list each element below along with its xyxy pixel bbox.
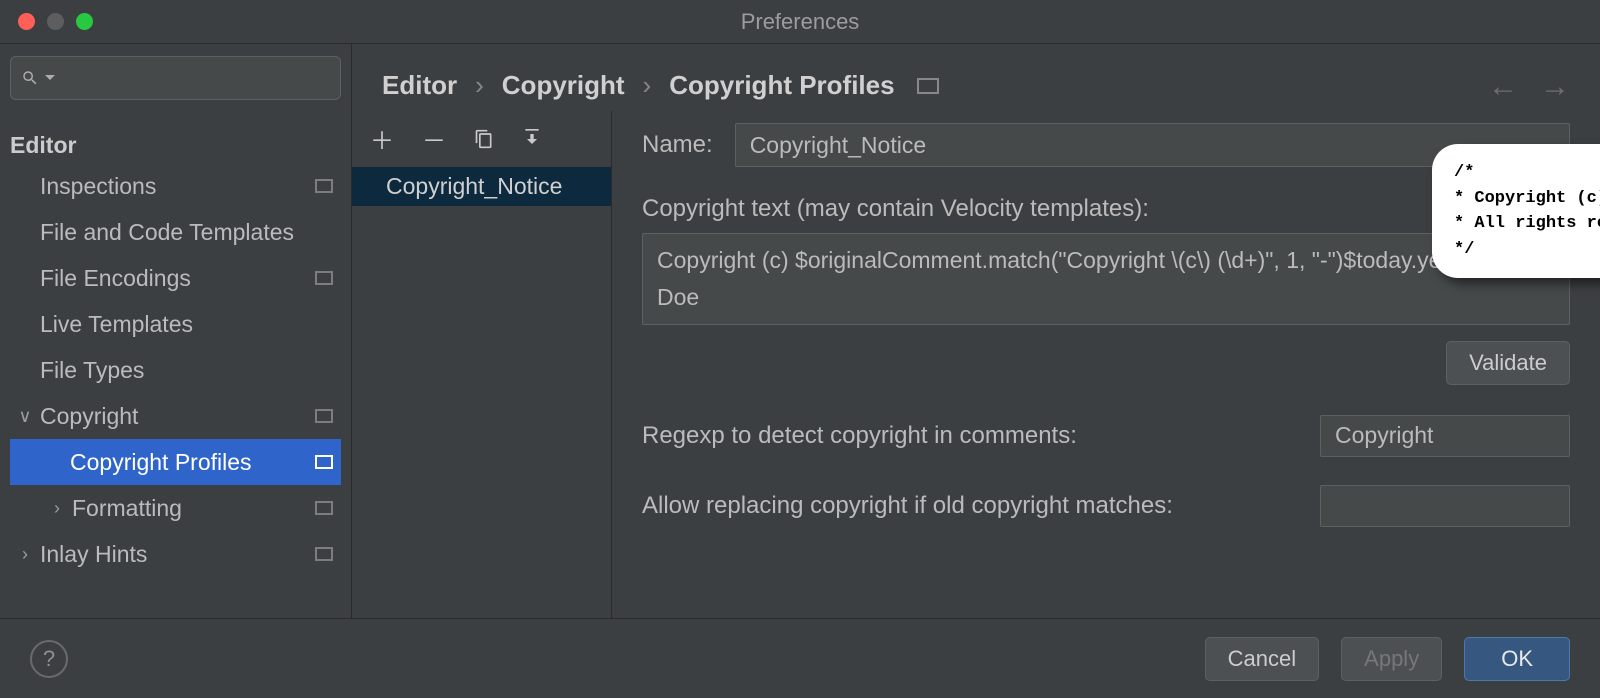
chevron-right-icon: › <box>475 70 484 101</box>
allow-replace-field[interactable] <box>1320 485 1570 527</box>
zoom-window-icon[interactable] <box>76 13 93 30</box>
sidebar-item-live-templates[interactable]: Live Templates <box>10 301 341 347</box>
copyright-text-field[interactable] <box>642 233 1570 325</box>
breadcrumb-item[interactable]: Copyright <box>502 70 625 101</box>
name-label: Name: <box>642 131 713 159</box>
scope-badge-icon <box>917 78 939 94</box>
window-controls <box>0 13 93 30</box>
sidebar-item-file-types[interactable]: File Types <box>10 347 341 393</box>
sidebar-item-inspections[interactable]: Inspections <box>10 163 341 209</box>
minimize-window-icon[interactable] <box>47 13 64 30</box>
cancel-button[interactable]: Cancel <box>1205 637 1319 681</box>
sidebar-item-formatting[interactable]: ›Formatting <box>10 485 341 531</box>
scope-badge-icon <box>315 547 333 561</box>
profile-toolbar: ＋ － <box>352 111 611 167</box>
sidebar-item-file-encodings[interactable]: File Encodings <box>10 255 341 301</box>
title-bar: Preferences <box>0 0 1600 44</box>
regexp-field[interactable] <box>1320 415 1570 457</box>
regexp-label: Regexp to detect copyright in comments: <box>642 422 1077 450</box>
scope-badge-icon <box>315 409 333 423</box>
dialog-footer: ? Cancel Apply OK <box>0 618 1600 698</box>
window-title: Preferences <box>0 9 1600 35</box>
add-icon[interactable]: ＋ <box>370 121 394 156</box>
search-input-wrap[interactable] <box>10 56 341 100</box>
search-input[interactable] <box>61 67 330 90</box>
chevron-down-icon <box>45 73 55 83</box>
sidebar: Editor Inspections File and Code Templat… <box>0 44 352 618</box>
chevron-right-icon: › <box>18 544 32 565</box>
import-icon[interactable] <box>522 121 542 156</box>
tooltip-line: /* <box>1454 160 1600 186</box>
preview-tooltip: /* * Copyright (c) 2021-2021 Jane Doe * … <box>1432 144 1600 278</box>
validate-button[interactable]: Validate <box>1446 341 1570 385</box>
scope-badge-icon <box>315 271 333 285</box>
breadcrumb: Editor › Copyright › Copyright Profiles <box>352 44 1600 111</box>
breadcrumb-item[interactable]: Copyright Profiles <box>669 70 894 101</box>
copy-icon[interactable] <box>474 121 494 156</box>
tooltip-line: */ <box>1454 237 1600 263</box>
remove-icon[interactable]: － <box>422 121 446 156</box>
sidebar-item-copyright-profiles[interactable]: Copyright Profiles <box>10 439 341 485</box>
close-window-icon[interactable] <box>18 13 35 30</box>
sidebar-item-file-code-templates[interactable]: File and Code Templates <box>10 209 341 255</box>
chevron-down-icon: ∨ <box>18 406 32 427</box>
breadcrumb-item[interactable]: Editor <box>382 70 457 101</box>
ok-button[interactable]: OK <box>1464 637 1570 681</box>
chevron-right-icon: › <box>643 70 652 101</box>
scope-badge-icon <box>315 501 333 515</box>
tooltip-line: * All rights reserved <box>1454 211 1600 237</box>
forward-icon[interactable]: → <box>1540 70 1570 104</box>
sidebar-item-copyright[interactable]: ∨Copyright <box>10 393 341 439</box>
search-icon <box>21 69 39 87</box>
main-panel: Editor › Copyright › Copyright Profiles … <box>352 44 1600 618</box>
back-icon[interactable]: ← <box>1488 70 1518 104</box>
tree-header: Editor <box>10 124 341 163</box>
profile-list-item[interactable]: Copyright_Notice <box>352 167 611 206</box>
help-button[interactable]: ? <box>30 640 68 678</box>
apply-button[interactable]: Apply <box>1341 637 1442 681</box>
nav-arrows: ← → <box>1488 70 1570 104</box>
chevron-right-icon: › <box>50 498 64 519</box>
sidebar-item-inlay-hints[interactable]: ›Inlay Hints <box>10 531 341 577</box>
profile-list-column: ＋ － Copyright_Notice <box>352 111 612 618</box>
copyright-text-label: Copyright text (may contain Velocity tem… <box>642 195 1570 223</box>
tooltip-line: * Copyright (c) 2021-2021 Jane Doe <box>1454 186 1600 212</box>
scope-badge-icon <box>315 455 333 469</box>
scope-badge-icon <box>315 179 333 193</box>
allow-replace-label: Allow replacing copyright if old copyrig… <box>642 492 1173 520</box>
settings-tree: Editor Inspections File and Code Templat… <box>10 124 341 577</box>
